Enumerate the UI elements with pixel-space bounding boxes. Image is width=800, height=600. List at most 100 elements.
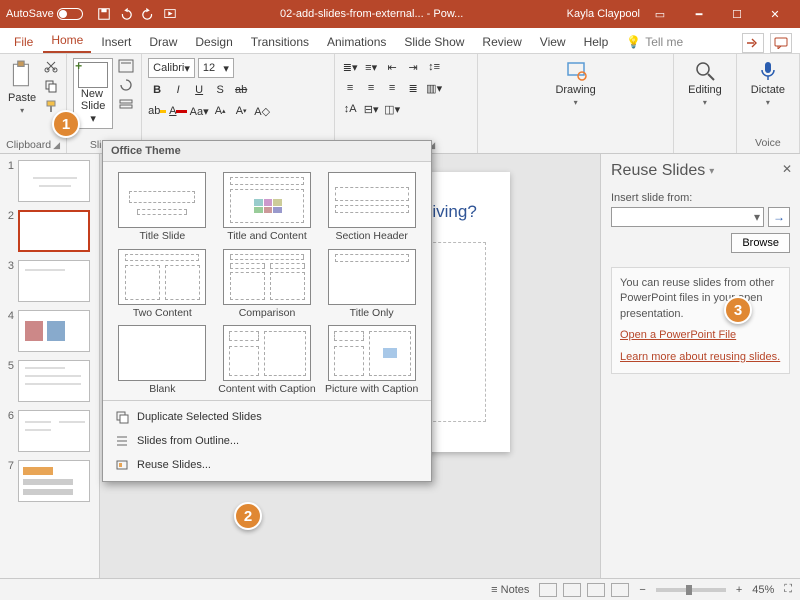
reset-button[interactable] [117,77,135,93]
align-left-button[interactable]: ≡ [341,79,359,97]
fit-to-window-button[interactable]: ⛶ [784,583,792,596]
clear-formatting-button[interactable]: A◇ [253,102,271,120]
slide-thumbnails-panel[interactable]: 1 2 3 4 5 6 7 [0,154,100,578]
duplicate-slides-item[interactable]: Duplicate Selected Slides [103,405,431,429]
font-size-select[interactable]: 12▾ [198,58,234,78]
copy-button[interactable] [42,78,60,94]
tab-transitions[interactable]: Transitions [243,31,317,53]
tab-review[interactable]: Review [474,31,529,53]
reuse-source-input[interactable]: ▾ [611,207,764,227]
drawing-button[interactable]: Drawing▾ [551,58,599,110]
reuse-slides-item[interactable]: Reuse Slides... [103,453,431,477]
tab-insert[interactable]: Insert [93,31,139,53]
ribbon-display-icon[interactable]: ▭ [650,8,670,21]
zoom-level[interactable]: 45% [752,584,774,596]
paste-button[interactable]: Paste▾ [6,58,38,118]
outline-icon [115,434,129,448]
thumbnail[interactable]: 4 [4,310,95,352]
columns-button[interactable]: ▥▾ [425,79,443,97]
layout-comparison[interactable]: Comparison [218,249,317,320]
reading-view-button[interactable] [587,583,605,597]
numbering-button[interactable]: ≡▾ [362,58,380,76]
reuse-pane-title: Reuse Slides ▾ [611,162,790,180]
layout-title-and-content[interactable]: Title and Content [218,172,317,243]
underline-button[interactable]: U [190,81,208,99]
save-icon[interactable] [97,7,111,21]
maximize-button[interactable]: ☐ [718,0,756,28]
group-slides: New Slide ▾ Slides [67,54,142,153]
line-spacing-button[interactable]: ↕≡ [425,58,443,76]
tell-me-search[interactable]: 💡 Tell me [618,31,691,53]
tab-slideshow[interactable]: Slide Show [396,31,472,53]
layout-button[interactable] [117,58,135,74]
zoom-in-button[interactable]: + [736,584,742,596]
layout-section-header[interactable]: Section Header [322,172,421,243]
font-family-select[interactable]: Calibri▾ [148,58,195,78]
share-button[interactable] [742,33,764,53]
reuse-go-button[interactable]: → [768,207,790,227]
align-center-button[interactable]: ≡ [362,79,380,97]
open-powerpoint-file-link[interactable]: Open a PowerPoint File [620,328,736,343]
align-right-button[interactable]: ≡ [383,79,401,97]
change-case-button[interactable]: Aa▾ [190,102,208,120]
layout-blank[interactable]: Blank [113,325,212,396]
tab-draw[interactable]: Draw [141,31,185,53]
group-paragraph: ≣▾ ≡▾ ⇤ ⇥ ↕≡ ≡ ≡ ≡ ≣ ▥▾ ↕A ⊟▾ ◫▾ Paragra… [335,54,478,153]
highlight-button[interactable]: ab [148,102,166,120]
shadow-button[interactable]: S [211,81,229,99]
close-icon[interactable]: ✕ [782,162,792,176]
align-text-button[interactable]: ⊟▾ [362,100,380,118]
layout-picture-with-caption[interactable]: Picture with Caption [322,325,421,396]
user-name[interactable]: Kayla Claypool [567,8,640,20]
notes-button[interactable]: ≡ Notes [491,584,529,596]
thumbnail[interactable]: 1 [4,160,95,202]
shrink-font-button[interactable]: A▾ [232,102,250,120]
text-direction-button[interactable]: ↕A [341,100,359,118]
lightbulb-icon: 💡 [626,35,641,49]
layout-content-with-caption[interactable]: Content with Caption [218,325,317,396]
tab-animations[interactable]: Animations [319,31,394,53]
minimize-button[interactable]: ━ [680,0,718,28]
autosave-toggle[interactable]: AutoSave [6,8,83,20]
thumbnail[interactable]: 2 [4,210,95,252]
thumbnail[interactable]: 7 [4,460,95,502]
decrease-indent-button[interactable]: ⇤ [383,58,401,76]
normal-view-button[interactable] [539,583,557,597]
cut-button[interactable] [42,58,60,74]
section-button[interactable] [117,96,135,112]
thumbnail[interactable]: 5 [4,360,95,402]
editing-button[interactable]: Editing▾ [684,58,726,110]
tab-home[interactable]: Home [43,29,91,53]
layout-title-slide[interactable]: Title Slide [113,172,212,243]
font-color-button[interactable]: A [169,102,187,120]
tab-design[interactable]: Design [187,31,240,53]
justify-button[interactable]: ≣ [404,79,422,97]
learn-more-link[interactable]: Learn more about reusing slides. [620,350,780,365]
layout-two-content[interactable]: Two Content [113,249,212,320]
undo-icon[interactable] [119,7,133,21]
slides-from-outline-item[interactable]: Slides from Outline... [103,429,431,453]
dictate-button[interactable]: Dictate▾ [747,58,789,110]
bullets-button[interactable]: ≣▾ [341,58,359,76]
comments-button[interactable] [770,33,792,53]
close-button[interactable]: ✕ [756,0,794,28]
thumbnail[interactable]: 6 [4,410,95,452]
zoom-slider[interactable] [656,588,726,592]
browse-button[interactable]: Browse [731,233,790,253]
slide-sorter-view-button[interactable] [563,583,581,597]
layout-title-only[interactable]: Title Only [322,249,421,320]
tab-help[interactable]: Help [576,31,617,53]
tab-file[interactable]: File [6,31,41,53]
increase-indent-button[interactable]: ⇥ [404,58,422,76]
slideshow-view-button[interactable] [611,583,629,597]
bold-button[interactable]: B [148,81,166,99]
italic-button[interactable]: I [169,81,187,99]
start-from-beginning-icon[interactable] [163,7,177,21]
strikethrough-button[interactable]: ab [232,81,250,99]
zoom-out-button[interactable]: − [639,584,645,596]
smartart-button[interactable]: ◫▾ [383,100,401,118]
thumbnail[interactable]: 3 [4,260,95,302]
redo-icon[interactable] [141,7,155,21]
grow-font-button[interactable]: A▴ [211,102,229,120]
tab-view[interactable]: View [532,31,574,53]
